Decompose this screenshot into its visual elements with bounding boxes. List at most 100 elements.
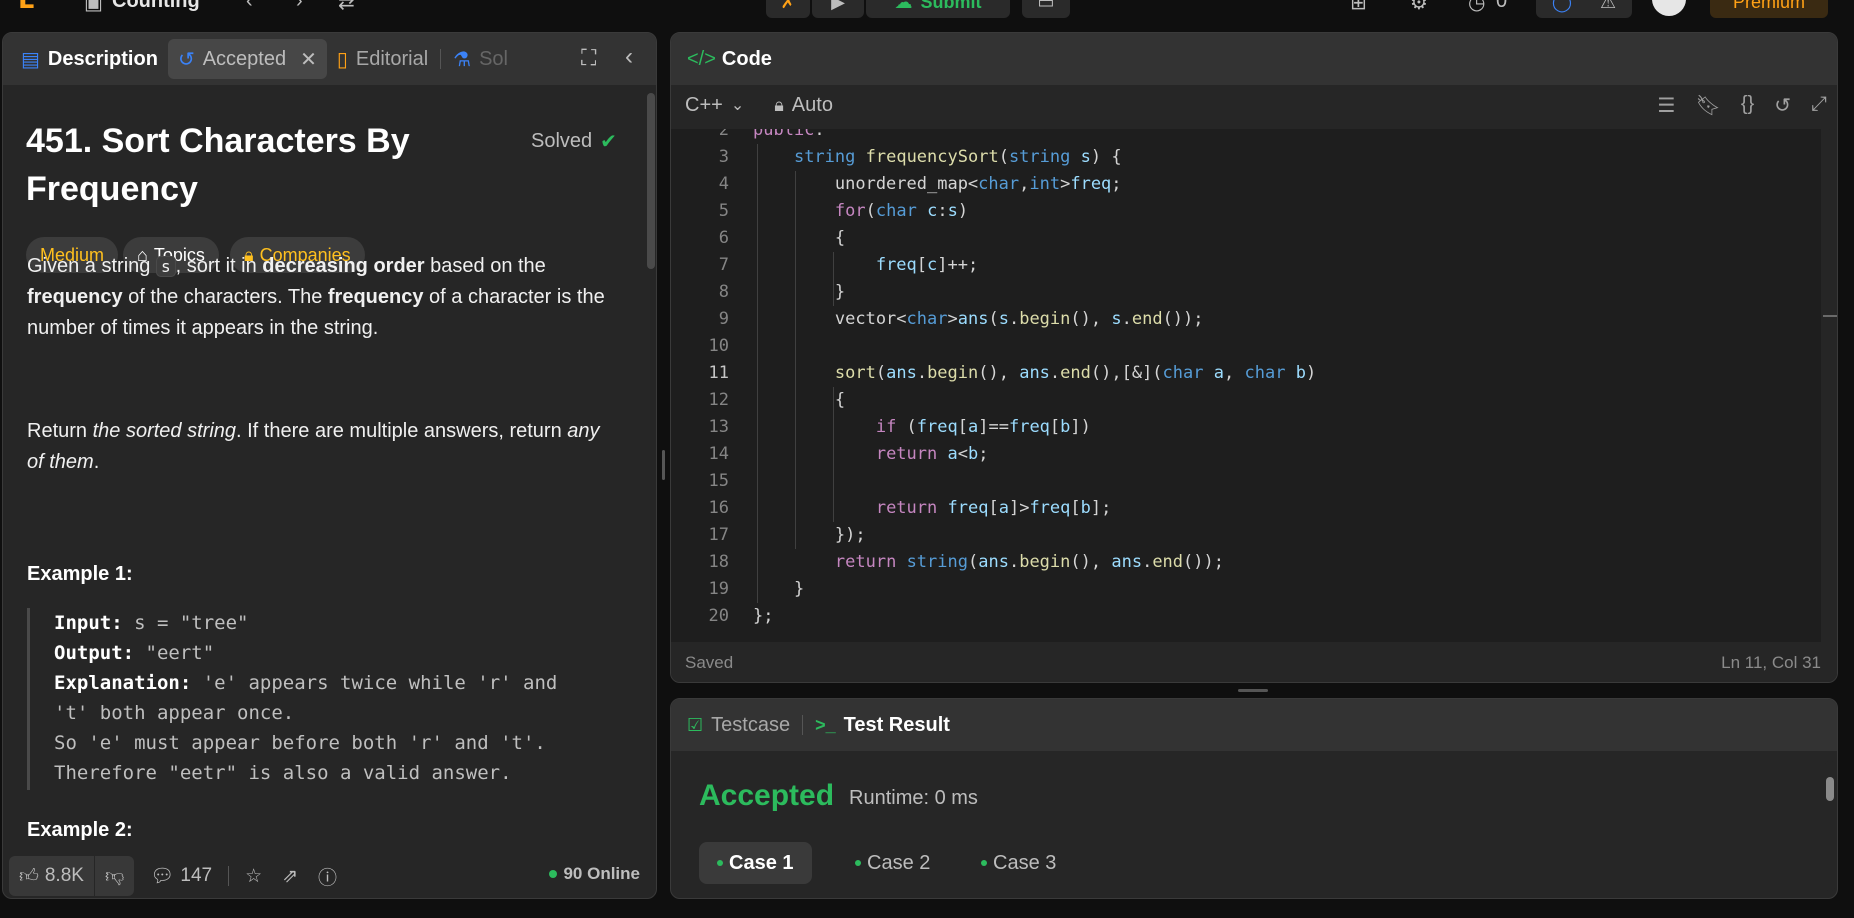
maximize-icon[interactable]: ⛶ [581, 45, 596, 71]
comment-icon: 💬︎ [150, 866, 175, 887]
code-scrollbar-track[interactable] [1823, 129, 1837, 647]
online-count: 90 Online [563, 864, 640, 883]
upload-icon: ☁ [894, 0, 913, 12]
explanation-line: Therefore "eetr" is also a valid answer. [54, 762, 512, 784]
mode-toggle[interactable]: ◯ ⚠ [1536, 0, 1632, 18]
share-button[interactable]: ⇗ [272, 856, 308, 896]
code-line[interactable]: 17 }); [671, 522, 1821, 549]
streak-icon[interactable]: ◷ [1468, 0, 1485, 15]
code-line[interactable]: 8 } [671, 279, 1821, 306]
code-line[interactable]: 13 if (freq[a]==freq[b]) [671, 414, 1821, 441]
line-number: 19 [708, 579, 729, 599]
close-tab-icon[interactable]: ✕ [300, 47, 317, 72]
braces-icon[interactable]: {} [1741, 93, 1754, 118]
case-tab-3[interactable]: Case 3 [963, 842, 1074, 884]
reset-icon[interactable]: ↺ [1774, 93, 1791, 118]
fullscreen-icon[interactable]: ⤢ [1811, 93, 1827, 118]
premium-button[interactable]: Premium [1710, 0, 1828, 18]
dislike-button[interactable]: 👎︎ [95, 856, 134, 896]
collapse-chevron-icon[interactable]: ‹ [625, 43, 633, 71]
result-scrollbar-thumb[interactable] [1826, 777, 1834, 801]
code-line[interactable]: 20}; [671, 603, 1821, 630]
code-line[interactable]: 15 [671, 468, 1821, 495]
editor-title[interactable]: Code [722, 48, 772, 71]
submit-button[interactable]: ☁ Submit [866, 0, 1010, 18]
code-line[interactable]: 7 freq[c]++; [671, 252, 1821, 279]
problem-list-label[interactable]: Counting [112, 0, 200, 13]
settings-gear-icon[interactable]: ⚙ [1410, 0, 1428, 15]
line-number: 8 [718, 282, 729, 302]
code-line[interactable]: 16 return freq[a]>freq[b]; [671, 495, 1821, 522]
code-line[interactable]: 4 unordered_map<char,int>freq; [671, 171, 1821, 198]
case-tab-2[interactable]: Case 2 [837, 842, 948, 884]
comment-count: 147 [180, 865, 213, 886]
notes-button[interactable]: ▭ [1022, 0, 1070, 18]
format-icon[interactable]: ☰ [1658, 93, 1676, 118]
tab-description[interactable]: ▤ Description [11, 39, 168, 79]
auto-mode-label[interactable]: Auto [792, 94, 833, 117]
run-button[interactable]: ▶ [812, 0, 864, 18]
layout-icon[interactable]: ⊞ [1350, 0, 1367, 15]
online-indicator: 90 Online [549, 864, 640, 884]
like-button[interactable]: 👍︎ 8.8K [9, 856, 94, 896]
checkbox-icon: ☑ [687, 714, 704, 735]
code-line[interactable]: 6 { [671, 225, 1821, 252]
line-number: 11 [708, 363, 729, 383]
submit-label: Submit [920, 0, 982, 12]
like-count: 8.8K [44, 865, 84, 886]
line-number: 17 [708, 525, 729, 545]
code-line[interactable]: 10 [671, 333, 1821, 360]
tab-solutions[interactable]: ⚗ Sol [443, 39, 521, 79]
solved-label: Solved [531, 130, 593, 152]
line-number: 7 [718, 255, 729, 275]
tab-accepted[interactable]: ↺ Accepted ✕ [167, 39, 327, 79]
shuffle-icon[interactable]: ⇄ [338, 0, 355, 15]
help-button[interactable]: ⓘ [308, 856, 347, 896]
tab-test-result[interactable]: >_ Test Result [815, 714, 950, 737]
code-line[interactable]: 12 { [671, 387, 1821, 414]
description-scrollbar[interactable] [647, 93, 655, 269]
code-line[interactable]: 9 vector<char>ans(s.begin(), s.end()); [671, 306, 1821, 333]
chevron-down-icon[interactable]: ⌄ [731, 95, 744, 115]
case-label: Case 1 [729, 851, 794, 874]
code-line[interactable]: 2 public: [671, 129, 1821, 144]
code-area[interactable]: 2 public: 3 string frequencySort(string s)… [671, 129, 1821, 647]
code-text: if (freq[a]==freq[b]) [875, 417, 1091, 437]
code-line[interactable]: 3 string frequencySort(string s) { [671, 144, 1821, 171]
horizontal-splitter-handle[interactable] [1238, 689, 1268, 692]
result-scrollbar-track[interactable] [1825, 761, 1835, 891]
bold-text: frequency [27, 286, 123, 308]
problem-list-icon[interactable]: ▣ [84, 0, 103, 15]
code-line[interactable]: 18 return string(ans.begin(), ans.end())… [671, 549, 1821, 576]
line-number: 13 [708, 417, 729, 437]
line-number: 4 [718, 174, 729, 194]
bookmark-icon[interactable]: 🔖︎ [1695, 93, 1720, 118]
code-line[interactable]: 11 sort(ans.begin(), ans.end(),[&](char … [671, 360, 1821, 387]
question-circle-icon: ⓘ [318, 867, 338, 889]
editor-actions: ☰ 🔖︎ {} ↺ ⤢ [1658, 93, 1827, 118]
case-label: Case 2 [867, 851, 931, 874]
line-number: 2 [718, 129, 729, 140]
top-navbar: ᒪ ▣ Counting ‹ › ⇄ ✗ ▶ ☁ Submit ▭ ⊞ ⚙ ◷ 0… [0, 0, 1854, 22]
tab-editorial[interactable]: ▯ Editorial [327, 39, 438, 79]
test-result-panel: ☑ Testcase >_ Test Result Accepted Runti… [670, 698, 1838, 899]
vertical-splitter-handle[interactable] [662, 450, 665, 480]
code-line[interactable]: 14 return a<b; [671, 441, 1821, 468]
code-text: return string(ans.begin(), ans.end()); [834, 552, 1224, 572]
code-line[interactable]: 5 for(char c:s) [671, 198, 1821, 225]
next-problem-icon[interactable]: › [296, 0, 303, 13]
input-value: s = "tree" [134, 612, 249, 634]
debug-button[interactable]: ✗ [766, 0, 810, 18]
leetcode-logo-icon[interactable]: ᒪ [18, 0, 44, 14]
input-label: Input: [54, 612, 123, 634]
case-tab-1[interactable]: Case 1 [699, 842, 812, 884]
favorite-button[interactable]: ☆ [235, 856, 272, 896]
avatar[interactable] [1652, 0, 1686, 16]
prev-problem-icon[interactable]: ‹ [246, 0, 253, 13]
tab-testcase[interactable]: ☑ Testcase [687, 714, 790, 737]
code-text: return a<b; [875, 444, 989, 464]
tab-test-result-label: Test Result [843, 713, 950, 736]
comments-button[interactable]: 💬︎ 147 [140, 856, 222, 896]
language-select[interactable]: C++ [685, 94, 723, 117]
code-line[interactable]: 19 } [671, 576, 1821, 603]
